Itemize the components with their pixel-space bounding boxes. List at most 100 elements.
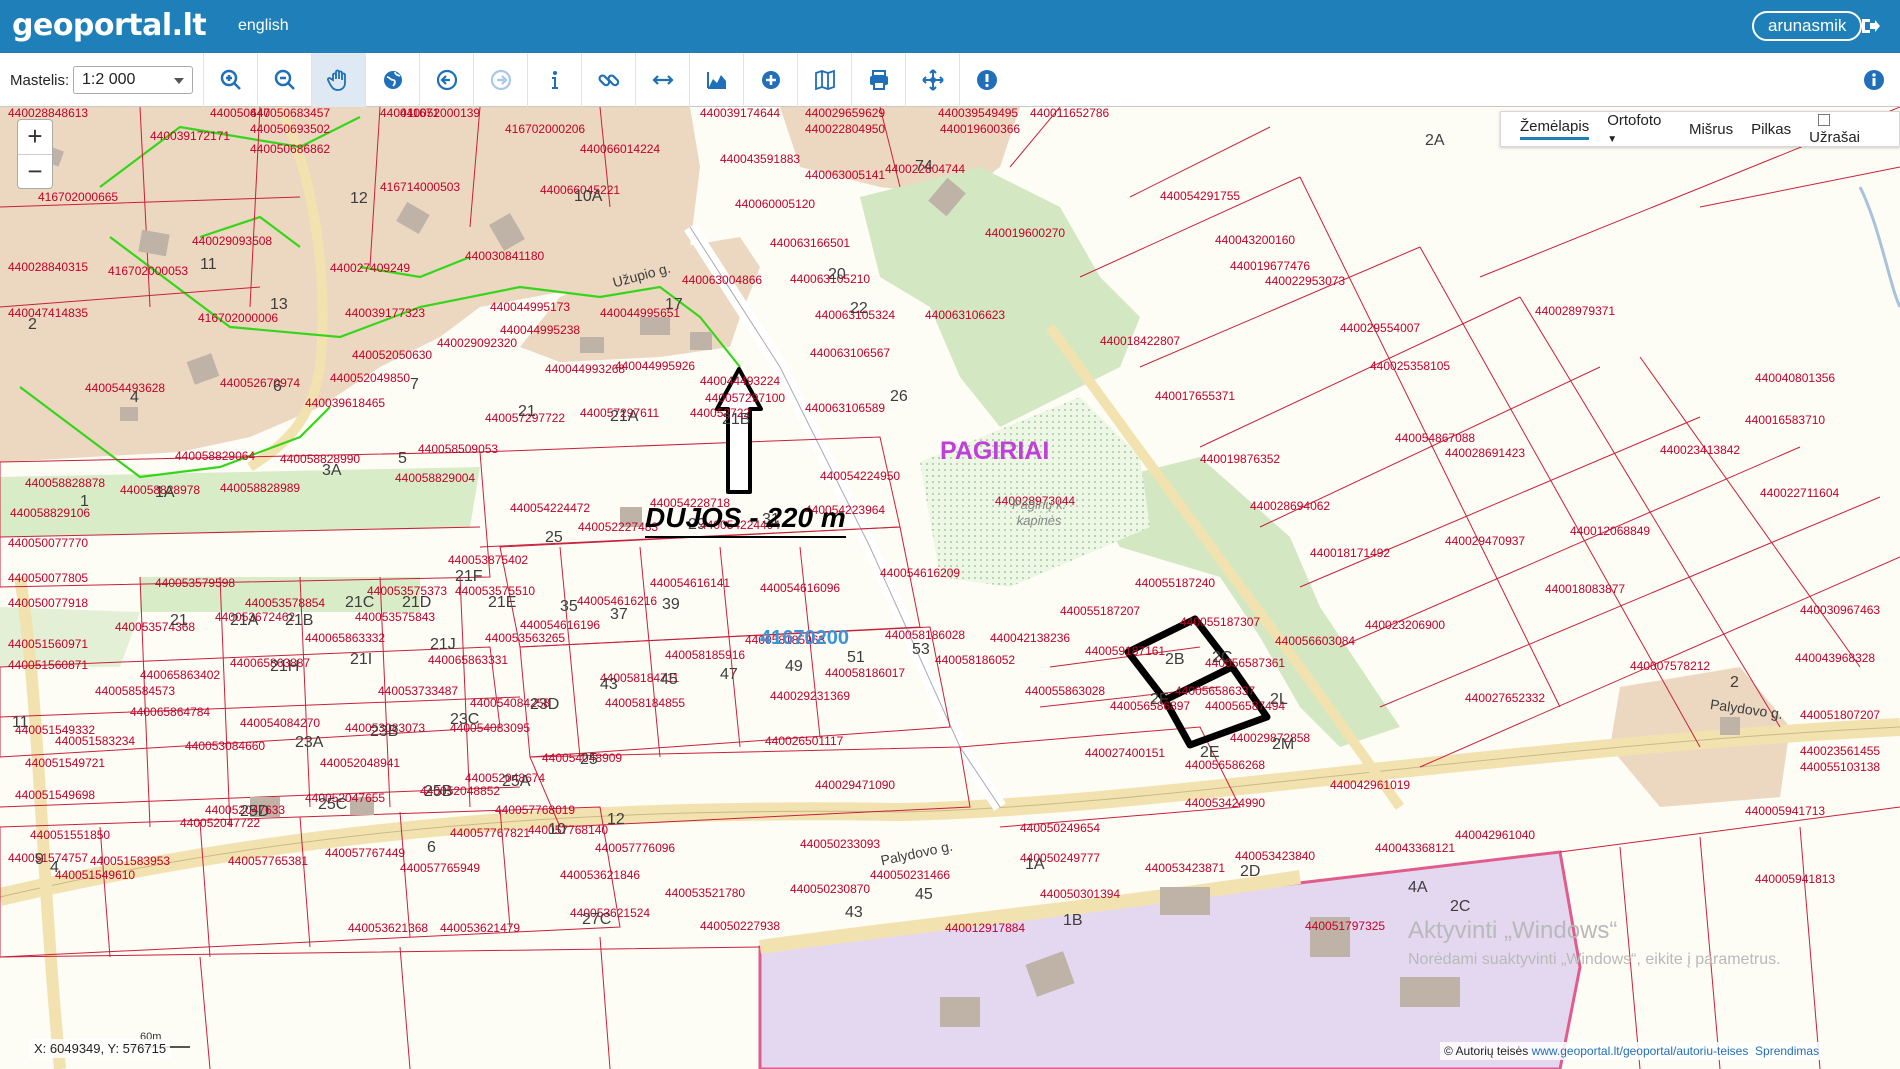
zoom-out-tool[interactable] [257,53,311,107]
arrow-right-circle-icon [490,69,511,91]
parcel-number-label: 440051560871 [8,658,89,672]
house-number-label: 51 [847,649,865,666]
zoom-in-button[interactable]: + [18,120,52,154]
parcel-number-label: 440053084660 [185,739,266,753]
info-icon [551,71,558,89]
zoom-in-tool[interactable] [203,53,257,107]
house-number-label: 23C [450,711,480,728]
windows-activation-watermark: Aktyvinti „Windows“ Norėdami suaktyvinti… [1408,917,1781,969]
language-link[interactable]: english [238,17,289,35]
map-toolbar: Mastelis: 1:2 000 [0,53,1900,107]
parcel-number-label: 440057776096 [595,841,676,855]
print-tool[interactable] [851,53,905,107]
house-number-label: 27C [582,911,612,928]
measure-distance-tool[interactable] [635,53,689,107]
parcel-number-label: 440029092320 [437,336,518,350]
link-tool[interactable] [581,53,635,107]
back-tool[interactable] [419,53,473,107]
house-number-label: 1 [80,493,89,510]
layer-ortofoto-label: Ortofoto [1607,112,1662,129]
pan-hand-tool[interactable] [311,53,365,107]
parcel-number-label: 440044995238 [500,323,581,337]
scale-select[interactable]: 1:2 000 [73,66,193,94]
parcel-number-label: 440060005120 [735,197,816,211]
parcel-number-label: 440063106589 [805,401,886,415]
parcel-number-label: 440050230870 [790,882,871,896]
parcel-number-label: 440029471090 [815,778,896,792]
house-number-label: 23D [530,696,560,713]
alert-tool[interactable] [959,53,1013,107]
watermark-title: Aktyvinti „Windows“ [1408,917,1618,944]
logout-icon[interactable] [1860,16,1880,36]
parcel-number-label: 440054084270 [240,716,321,730]
parcel-number-label: 440042138236 [990,631,1071,645]
parcel-number-label: 440025358105 [1370,359,1451,373]
parcel-number-label: 440056586268 [1185,758,1266,772]
crosshair-arrows-icon [921,69,944,91]
parcel-number-label: 440005941813 [1755,872,1836,886]
parcel-number-label: 440043368121 [1375,841,1456,855]
parcel-number-label: 440065864784 [130,705,211,719]
zoom-out-button[interactable]: − [18,154,52,188]
house-number-label: 21B [722,411,751,428]
parcel-number-label: 440030967463 [1800,603,1881,617]
cemetery-label-line1: Pagirių k. [1012,497,1067,512]
parcel-number-label: 440052000139 [400,107,481,120]
globe-icon [383,71,402,89]
parcel-number-label: 440039174644 [700,107,781,120]
parcel-number-label: 440053578854 [245,596,326,610]
layer-zemelapis-tab[interactable]: Žemėlapis [1520,118,1590,140]
layer-pilkas-tab[interactable]: Pilkas [1751,121,1791,138]
house-number-label: 1A [1025,856,1045,873]
labels-toggle[interactable]: Užrašai [1809,112,1880,146]
parcel-number-label: 440029659629 [805,107,886,120]
copyright-link[interactable]: www.geoportal.lt/geoportal/autoriu-teise… [1532,1044,1749,1058]
parcel-number-label: 440029093508 [192,234,273,248]
parcel-number-label: 440051583234 [55,734,136,748]
info-circle-icon[interactable] [1862,68,1886,92]
parcel-number-label: 440050686862 [250,142,331,156]
identify-info-tool[interactable] [527,53,581,107]
top-bar: geoportal.lt english arunasmik [0,0,1900,53]
layer-misrus-tab[interactable]: Mišrus [1689,121,1733,138]
area-chart-icon [706,72,726,89]
zoom-in-icon [220,69,241,90]
parcel-number-label: 440057767821 [450,826,531,840]
house-number-label: 21J [430,636,456,653]
parcel-number-label: 440030841180 [465,249,545,263]
parcel-number-label: 440057768019 [495,803,576,817]
house-number-label: 21E [488,594,517,611]
parcel-number-label: 440053423871 [1145,861,1226,875]
parcel-number-label: 440018083877 [1545,582,1626,596]
parcel-number-label: 440027400151 [1085,746,1166,760]
globe-tool[interactable] [365,53,419,107]
parcel-number-label: 440057768140 [528,823,609,837]
house-number-label: 10A [574,188,603,205]
parcel-number-label: 440059187161 [1085,644,1166,658]
house-number-label: 10 [548,821,566,838]
user-account-button[interactable]: arunasmik [1752,11,1863,41]
solutions-link[interactable]: Sprendimas [1755,1044,1819,1058]
map-canvas[interactable]: 440028848613 440050647 440050683457 4400116… [0,107,1900,1069]
parcel-number-label: 440026501117 [765,734,844,748]
house-number-label: 4 [130,389,139,406]
center-tool[interactable] [905,53,959,107]
parcel-number-label: 440054291755 [1160,189,1241,203]
profile-tool[interactable] [689,53,743,107]
parcel-number-label: 440051549721 [25,756,106,770]
forward-tool[interactable] [473,53,527,107]
layer-ortofoto-tab[interactable]: Ortofoto ▼ [1607,112,1671,146]
labels-toggle-label: Užrašai [1809,129,1861,146]
parcel-number-label: 440018422807 [1100,334,1181,348]
map-tool[interactable] [797,53,851,107]
house-number-label: 21A [230,612,259,629]
add-point-tool[interactable] [743,53,797,107]
parcel-number-label: 440057767449 [325,846,406,860]
parcel-number-label: 440005941713 [1745,804,1826,818]
house-number-label: 2F [1150,691,1169,708]
parcel-number-label: 440052050630 [352,348,433,362]
labels-checkbox[interactable] [1818,114,1831,126]
parcel-number-label: 440054616196 [520,618,601,632]
parcel-number-label: 416702000053 [108,264,189,278]
geoportal-logo[interactable]: geoportal.lt [12,8,207,43]
